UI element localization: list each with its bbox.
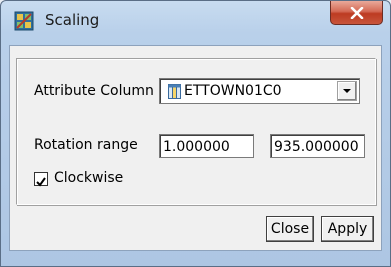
clockwise-checkbox[interactable] — [34, 172, 48, 187]
checkmark-icon — [36, 177, 46, 187]
window-title: Scaling — [45, 11, 100, 29]
table-column-icon — [168, 84, 181, 99]
chevron-down-icon — [343, 89, 351, 93]
dialog-client-area: Attribute Column ETTOWN01C0 Rotation ran… — [9, 45, 382, 251]
attribute-column-label: Attribute Column — [34, 83, 154, 99]
rotation-min-input[interactable] — [159, 134, 254, 158]
window-close-button[interactable] — [330, 1, 383, 25]
attribute-column-value: ETTOWN01C0 — [184, 83, 282, 99]
dropdown-arrow-button[interactable] — [337, 81, 357, 101]
rotation-range-label: Rotation range — [34, 137, 138, 153]
rotation-max-input[interactable] — [270, 134, 365, 158]
clockwise-label: Clockwise — [54, 170, 124, 186]
close-button[interactable]: Close — [266, 216, 314, 242]
dialog-window: Scaling Attribute Column ETTOWN01C0 Rota… — [0, 0, 391, 267]
apply-button[interactable]: Apply — [321, 216, 374, 242]
attribute-column-dropdown[interactable]: ETTOWN01C0 — [159, 78, 360, 104]
close-icon — [350, 6, 363, 19]
title-bar[interactable]: Scaling — [1, 1, 390, 41]
app-icon — [14, 11, 34, 31]
